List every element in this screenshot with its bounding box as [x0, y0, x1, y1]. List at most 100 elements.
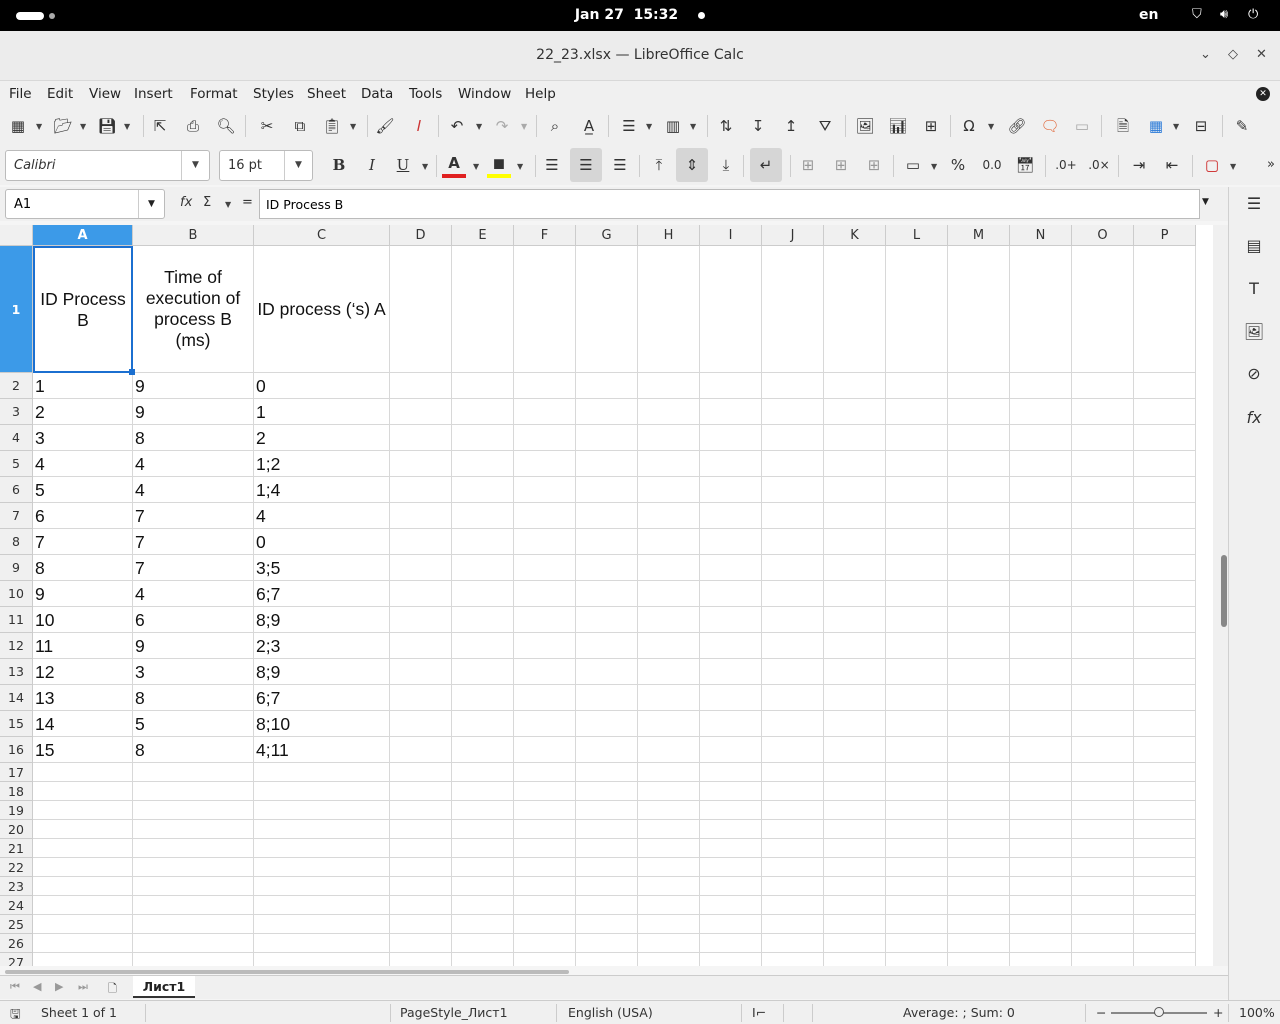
table-cell[interactable]: [1010, 633, 1072, 659]
table-cell[interactable]: [1072, 503, 1134, 529]
table-cell[interactable]: [700, 915, 762, 934]
table-cell[interactable]: 8;10: [254, 711, 390, 737]
function-wizard-icon[interactable]: fx: [180, 195, 192, 210]
table-cell[interactable]: [1010, 953, 1072, 966]
redo-icon[interactable]: ↷: [491, 115, 513, 137]
row-header-10[interactable]: 10: [0, 581, 33, 607]
table-cell[interactable]: [700, 685, 762, 711]
table-cell[interactable]: [948, 711, 1010, 737]
table-cell[interactable]: [1072, 451, 1134, 477]
table-cell[interactable]: [452, 685, 514, 711]
table-cell[interactable]: [762, 953, 824, 966]
table-cell[interactable]: [700, 934, 762, 953]
table-cell[interactable]: [762, 934, 824, 953]
formula-icon[interactable]: =: [242, 195, 253, 210]
header-footer-icon[interactable]: ▭: [1071, 115, 1093, 137]
table-cell[interactable]: [700, 737, 762, 763]
align-center-icon[interactable]: ☰: [570, 148, 602, 182]
table-cell[interactable]: [638, 529, 700, 555]
table-cell[interactable]: [390, 477, 452, 503]
table-cell[interactable]: [452, 399, 514, 425]
table-cell[interactable]: [700, 607, 762, 633]
table-cell[interactable]: [638, 858, 700, 877]
table-cell[interactable]: [700, 633, 762, 659]
table-cell[interactable]: [576, 858, 638, 877]
next-sheet-icon[interactable]: ▶: [55, 980, 63, 993]
define-print-area-icon[interactable]: 🗎︎: [1112, 115, 1134, 137]
table-cell[interactable]: [1072, 820, 1134, 839]
table-cell[interactable]: [762, 659, 824, 685]
table-cell[interactable]: [1010, 477, 1072, 503]
table-cell[interactable]: [886, 782, 948, 801]
table-cell[interactable]: [1072, 877, 1134, 896]
header-cell[interactable]: [638, 246, 700, 373]
header-cell[interactable]: [576, 246, 638, 373]
header-cell[interactable]: [1010, 246, 1072, 373]
table-cell[interactable]: [514, 555, 576, 581]
column-header-m[interactable]: M: [948, 225, 1010, 246]
table-cell[interactable]: [886, 953, 948, 966]
table-cell[interactable]: [948, 858, 1010, 877]
table-cell[interactable]: [1134, 877, 1196, 896]
underline-dropdown-icon[interactable]: ▼: [422, 162, 428, 171]
table-cell[interactable]: 2;3: [254, 633, 390, 659]
align-middle-icon[interactable]: ⇕: [676, 148, 708, 182]
table-cell[interactable]: [254, 896, 390, 915]
table-cell[interactable]: [762, 711, 824, 737]
table-cell[interactable]: [576, 737, 638, 763]
row-header-17[interactable]: 17: [0, 763, 33, 782]
selection-mode-icon[interactable]: I⌐: [752, 1005, 766, 1020]
table-cell[interactable]: [514, 877, 576, 896]
table-cell[interactable]: [700, 373, 762, 399]
table-cell[interactable]: [824, 659, 886, 685]
table-cell[interactable]: [886, 877, 948, 896]
table-cell[interactable]: [886, 659, 948, 685]
row-icon[interactable]: ☰: [618, 115, 640, 137]
table-cell[interactable]: [133, 858, 254, 877]
table-cell[interactable]: [1134, 953, 1196, 966]
undo-dropdown-icon[interactable]: ▼: [476, 122, 482, 131]
print-preview-icon[interactable]: 🔍︎: [215, 115, 237, 137]
table-cell[interactable]: [824, 858, 886, 877]
highlight-dropdown-icon[interactable]: ▼: [517, 162, 523, 171]
table-cell[interactable]: [1072, 915, 1134, 934]
table-cell[interactable]: [1010, 877, 1072, 896]
table-cell[interactable]: [33, 915, 133, 934]
previous-sheet-icon[interactable]: ◀: [33, 980, 41, 993]
table-cell[interactable]: [762, 737, 824, 763]
table-cell[interactable]: [700, 839, 762, 858]
table-cell[interactable]: [638, 451, 700, 477]
open-dropdown-icon[interactable]: ▼: [80, 122, 86, 131]
functions-icon[interactable]: fx: [1243, 407, 1265, 429]
table-cell[interactable]: [948, 801, 1010, 820]
table-cell[interactable]: [452, 607, 514, 633]
table-cell[interactable]: [452, 782, 514, 801]
table-cell[interactable]: [762, 503, 824, 529]
table-cell[interactable]: [390, 858, 452, 877]
table-cell[interactable]: [514, 607, 576, 633]
fill-handle[interactable]: [129, 369, 135, 375]
table-cell[interactable]: [1134, 685, 1196, 711]
font-size-input[interactable]: [228, 158, 278, 173]
table-cell[interactable]: [824, 711, 886, 737]
table-cell[interactable]: [390, 782, 452, 801]
table-cell[interactable]: [576, 633, 638, 659]
table-cell[interactable]: [452, 820, 514, 839]
table-cell[interactable]: [700, 529, 762, 555]
table-cell[interactable]: [638, 839, 700, 858]
table-cell[interactable]: [254, 934, 390, 953]
table-cell[interactable]: 7: [133, 503, 254, 529]
open-icon[interactable]: 📂︎: [52, 115, 74, 137]
table-cell[interactable]: [452, 934, 514, 953]
first-sheet-icon[interactable]: ⏮: [10, 980, 20, 994]
table-cell[interactable]: [824, 451, 886, 477]
header-cell[interactable]: [886, 246, 948, 373]
table-cell[interactable]: [948, 685, 1010, 711]
table-cell[interactable]: [390, 503, 452, 529]
close-document-icon[interactable]: ✕: [1256, 87, 1270, 101]
table-cell[interactable]: [576, 839, 638, 858]
language-indicator[interactable]: en: [1139, 7, 1158, 23]
table-cell[interactable]: [1072, 399, 1134, 425]
table-cell[interactable]: [1072, 782, 1134, 801]
table-cell[interactable]: [390, 607, 452, 633]
